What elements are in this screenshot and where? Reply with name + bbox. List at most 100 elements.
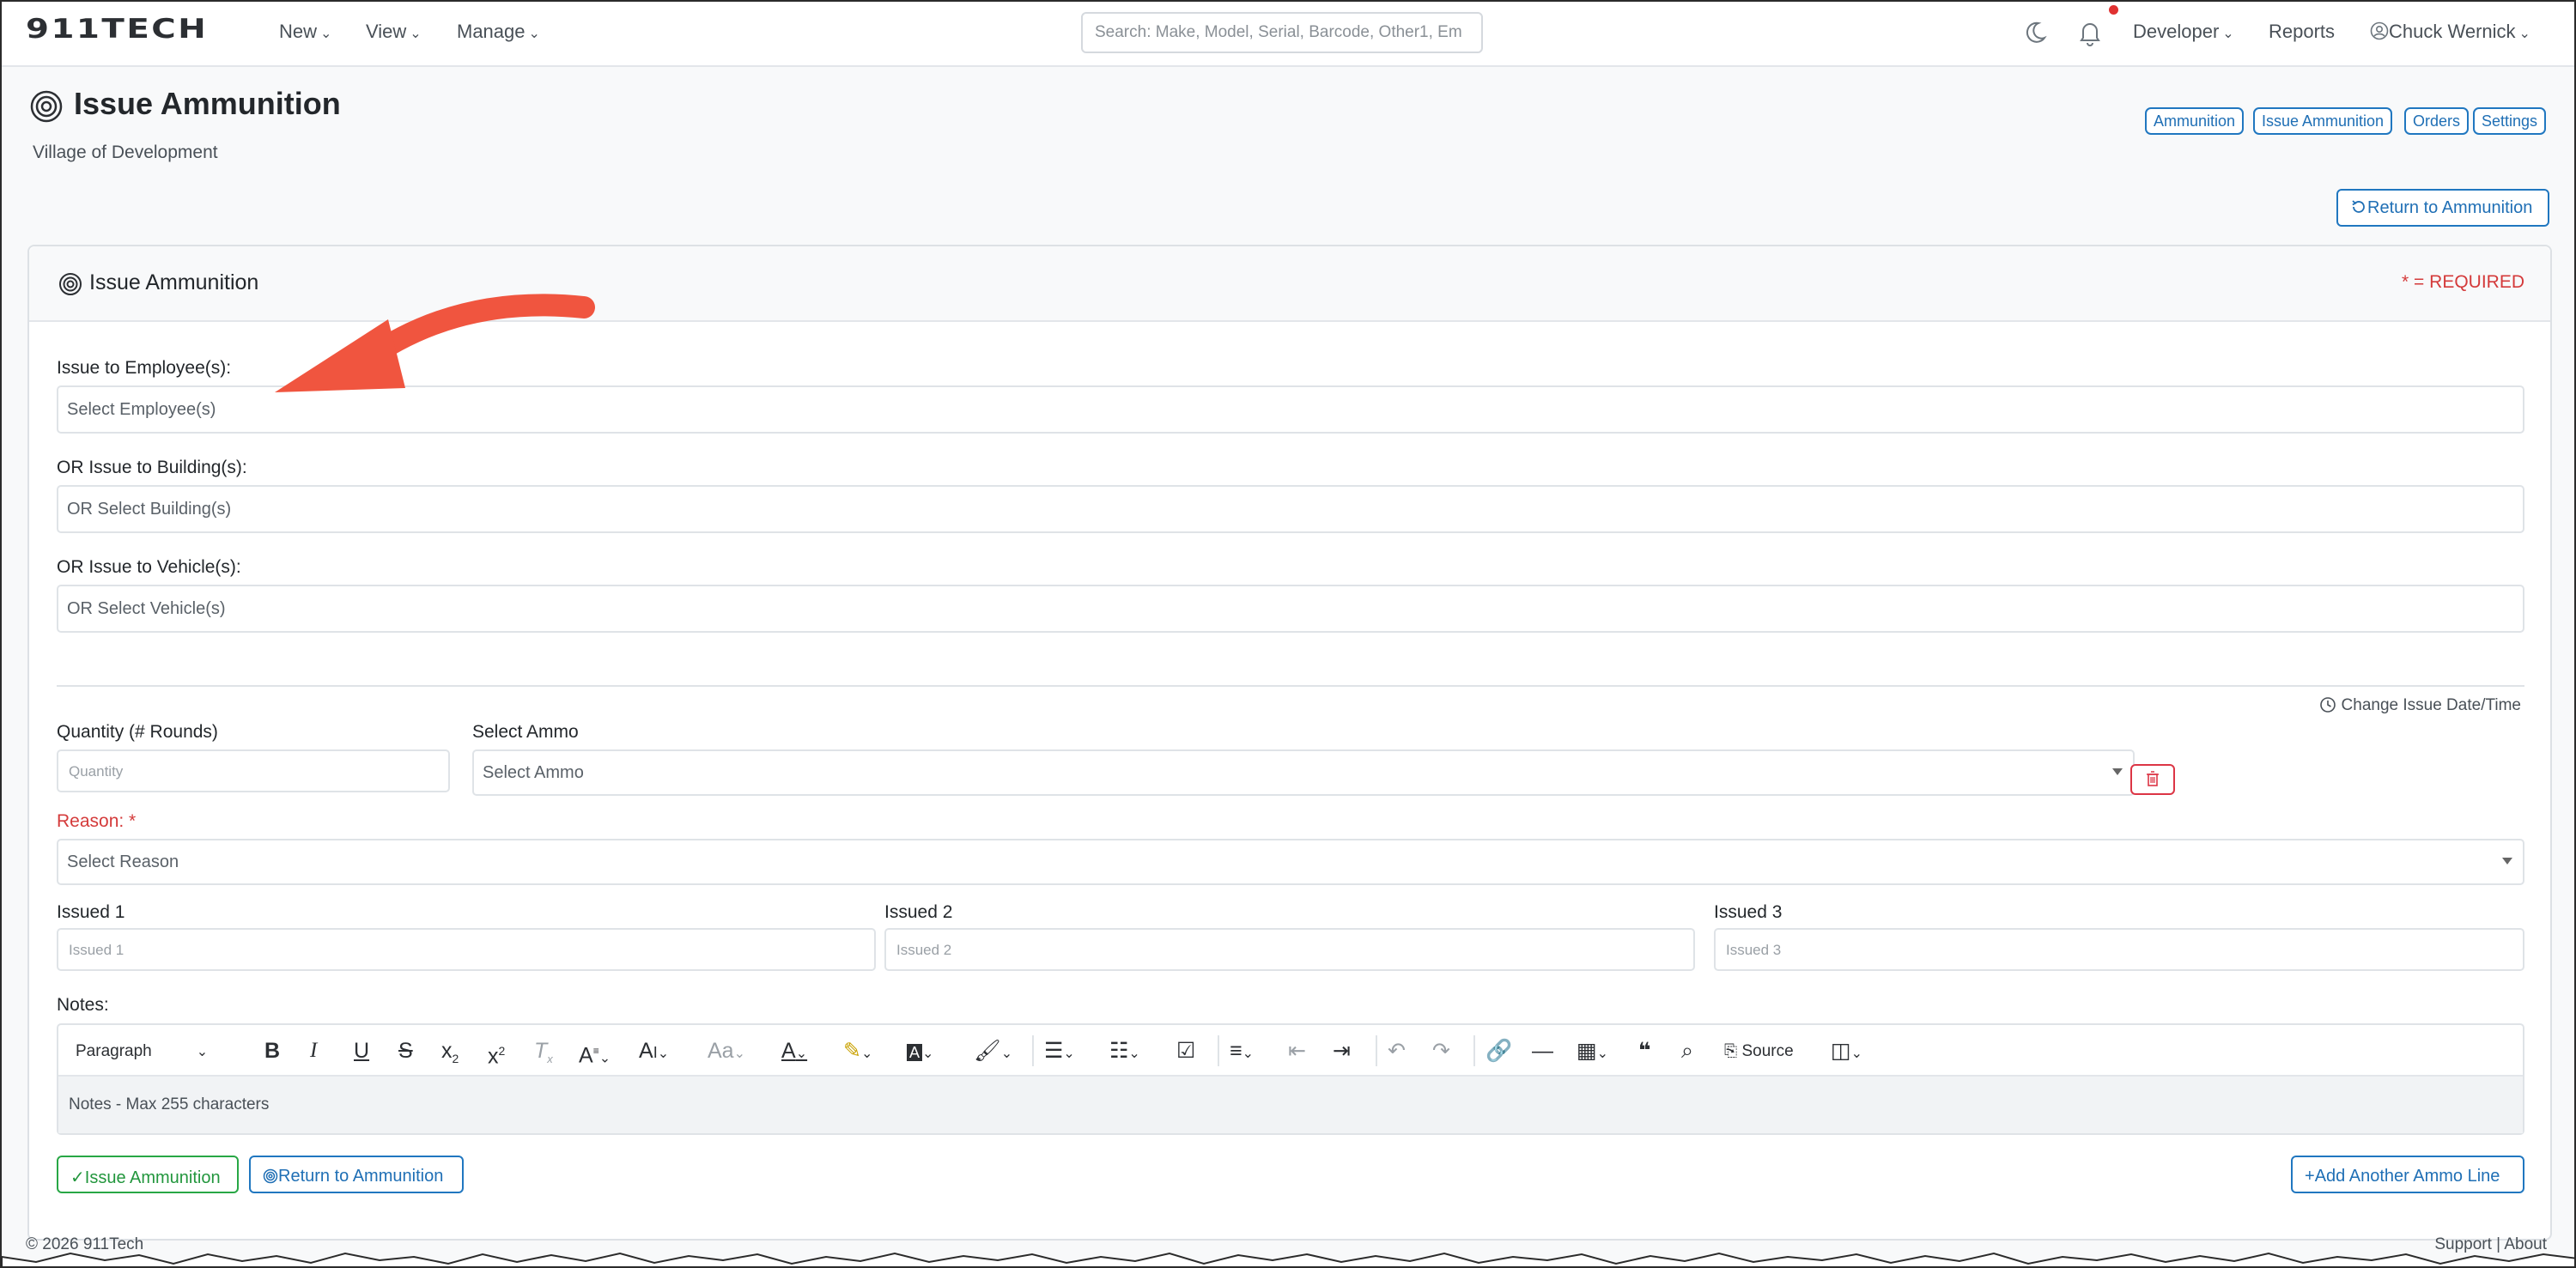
chevron-down-icon: ⌄ [320, 27, 332, 41]
page-title: Issue Ammunition [74, 86, 341, 121]
font-size-icon[interactable]: A≡⌄ [579, 1039, 611, 1071]
layout-icon[interactable]: ◫⌄ [1831, 1039, 1862, 1066]
check-icon: ✓ [70, 1168, 85, 1187]
notes-editor: Paragraph ⌄ B I U S x2 x2 Tx A≡⌄ AI⌄ Aa⌄ … [57, 1023, 2524, 1135]
paragraph-label: Paragraph [76, 1042, 152, 1060]
indent-icon[interactable]: ⇥ [1333, 1039, 1351, 1063]
chevron-down-icon: ⌄ [2518, 27, 2530, 41]
quantity-input[interactable]: Quantity [57, 749, 450, 792]
link-icon[interactable]: 🔗 [1485, 1039, 1512, 1063]
section-divider [57, 685, 2524, 687]
nav-reports[interactable]: Reports [2269, 21, 2335, 43]
editor-toolbar: Paragraph ⌄ B I U S x2 x2 Tx A≡⌄ AI⌄ Aa⌄ … [58, 1025, 2523, 1077]
building-select[interactable]: OR Select Building(s) [57, 485, 2524, 533]
issued1-label: Issued 1 [57, 902, 125, 922]
menu-developer-label: Developer [2133, 21, 2220, 42]
horizontal-line-icon[interactable]: — [1532, 1039, 1553, 1063]
caret-down-icon [2112, 768, 2123, 775]
menu-manage[interactable]: Manage ⌄ [457, 21, 540, 43]
pill-ammunition[interactable]: Ammunition [2145, 107, 2245, 135]
brand-logo[interactable]: 911TECH [26, 14, 208, 45]
menu-manage-label: Manage [457, 21, 526, 42]
caret-down-icon [2502, 858, 2512, 865]
italic-icon[interactable]: I [310, 1039, 317, 1063]
menu-developer[interactable]: Developer ⌄ [2133, 21, 2234, 43]
find-replace-icon[interactable]: ⌕ [1681, 1039, 1693, 1063]
strikethrough-icon[interactable]: S [398, 1039, 413, 1063]
source-label: Source [1741, 1042, 1794, 1060]
background-color-icon[interactable]: A ⌄ [907, 1039, 933, 1066]
user-menu[interactable]: Chuck Wernick ⌄ [2370, 21, 2530, 43]
target-icon [30, 90, 63, 123]
undo-icon[interactable]: ↶ [1388, 1039, 1406, 1063]
torn-edge [2, 1252, 2574, 1266]
change-issue-date-link[interactable]: Change Issue Date/Time [2319, 696, 2521, 715]
notes-label: Notes: [57, 995, 109, 1015]
paragraph-dropdown[interactable]: Paragraph ⌄ [76, 1040, 208, 1065]
menu-new[interactable]: New ⌄ [279, 21, 331, 43]
blockquote-icon[interactable]: ❝ [1638, 1039, 1651, 1063]
ammo-select[interactable]: Select Ammo [472, 749, 2135, 796]
reason-select[interactable]: Select Reason [57, 839, 2524, 885]
required-note: * = REQUIRED [2402, 272, 2524, 292]
superscript-icon[interactable]: x2 [488, 1039, 505, 1068]
bell-icon[interactable] [2075, 17, 2105, 48]
issued3-input[interactable]: Issued 3 [1714, 928, 2524, 971]
search-input[interactable]: Search: Make, Model, Serial, Barcode, Ot… [1081, 12, 1483, 53]
top-navbar: 911TECH New ⌄ View ⌄ Manage ⌄ Search: Make,… [2, 2, 2574, 67]
pill-orders[interactable]: Orders [2404, 107, 2470, 135]
underline-icon[interactable]: U [354, 1039, 369, 1063]
menu-view-label: View [366, 21, 407, 42]
building-label: OR Issue to Building(s): [57, 458, 247, 477]
outdent-icon[interactable]: ⇤ [1288, 1039, 1306, 1063]
issue-ammunition-button[interactable]: ✓Issue Ammunition [57, 1156, 239, 1193]
ammo-label: Select Ammo [472, 722, 579, 742]
target-icon [59, 273, 82, 295]
format-painter-icon[interactable]: 🖌⌄ [974, 1039, 1012, 1066]
font-family-icon[interactable]: Aa⌄ [708, 1039, 745, 1066]
chevron-down-icon: ⌄ [196, 1045, 209, 1059]
reason-select-value: Select Reason [67, 852, 179, 871]
reason-label: Reason: * [57, 811, 137, 831]
align-icon[interactable]: ≡⌄ [1230, 1039, 1254, 1066]
numbered-list-icon[interactable]: ☷⌄ [1109, 1039, 1140, 1066]
pill-settings[interactable]: Settings [2473, 107, 2547, 135]
card-title: Issue Ammunition [89, 270, 259, 294]
redo-icon[interactable]: ↷ [1432, 1039, 1450, 1063]
return-button-label: Return to Ammunition [2367, 198, 2533, 217]
user-circle-icon [2370, 21, 2389, 40]
chevron-down-icon: ⌄ [528, 27, 540, 41]
issued1-input[interactable]: Issued 1 [57, 928, 876, 971]
menu-new-label: New [279, 21, 318, 42]
clock-icon [2320, 697, 2336, 713]
chevron-down-icon: ⌄ [410, 27, 422, 41]
subscript-icon[interactable]: x2 [441, 1039, 459, 1071]
toolbar-separator [1376, 1035, 1377, 1066]
trash-icon [2147, 771, 2159, 786]
source-button[interactable]: ⎘ Source [1724, 1040, 1794, 1064]
issued2-label: Issued 2 [884, 902, 953, 922]
employee-label: Issue to Employee(s): [57, 358, 232, 378]
notes-textarea[interactable]: Notes - Max 255 characters [58, 1077, 2523, 1133]
bulleted-list-icon[interactable]: ☰⌄ [1044, 1039, 1075, 1066]
add-line-label: Add Another Ammo Line [2314, 1167, 2500, 1186]
todo-list-icon[interactable]: ☑ [1176, 1039, 1195, 1063]
return-to-ammunition-bottom-button[interactable]: Return to Ammunition [249, 1156, 464, 1193]
user-name: Chuck Wernick [2389, 21, 2516, 42]
pill-issue-ammunition[interactable]: Issue Ammunition [2253, 107, 2393, 135]
text-transform-icon[interactable]: AI⌄ [639, 1039, 669, 1066]
issued3-label: Issued 3 [1714, 902, 1783, 922]
remove-format-icon[interactable]: Tx [534, 1039, 553, 1071]
issued2-input[interactable]: Issued 2 [884, 928, 1695, 971]
add-another-ammo-line-button[interactable]: +Add Another Ammo Line [2291, 1156, 2524, 1193]
vehicle-select[interactable]: OR Select Vehicle(s) [57, 585, 2524, 633]
return-to-ammunition-button[interactable]: Return to Ammunition [2336, 189, 2549, 227]
bold-icon[interactable]: B [264, 1039, 280, 1063]
highlight-icon[interactable]: ✎⌄ [843, 1039, 872, 1066]
table-icon[interactable]: ▦⌄ [1577, 1039, 1608, 1066]
ammo-select-value: Select Ammo [483, 763, 584, 782]
moon-icon[interactable] [2020, 17, 2050, 48]
font-color-icon[interactable]: A⌄ [781, 1039, 807, 1066]
delete-line-button[interactable] [2130, 764, 2175, 795]
menu-view[interactable]: View ⌄ [366, 21, 422, 43]
